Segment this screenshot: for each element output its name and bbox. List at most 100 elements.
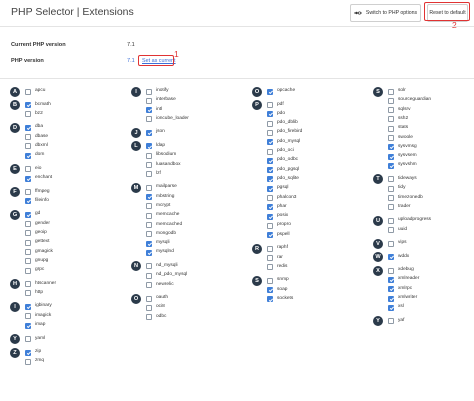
extension-pdo-oci[interactable]: pdo_oci	[267, 148, 294, 155]
extension-dbase[interactable]: dbase	[25, 134, 48, 141]
extension-checkbox[interactable]	[146, 88, 152, 95]
extension-oauth[interactable]: oauth	[146, 295, 168, 302]
extension-http[interactable]: http	[25, 290, 43, 297]
extension-checkbox[interactable]	[25, 313, 31, 320]
extension-igbinary[interactable]: igbinary	[25, 303, 52, 310]
extension-xmlrpc[interactable]: xmlrpc	[388, 286, 412, 293]
extension-sysvmsg[interactable]: sysvmsg	[388, 144, 417, 151]
extension-ioncube-loader[interactable]: ioncube_loader	[146, 116, 189, 123]
extension-checkbox[interactable]	[146, 304, 152, 311]
extension-dba[interactable]: dba	[25, 124, 43, 131]
extension-checkbox[interactable]	[146, 194, 152, 201]
extension-timezonedb[interactable]: timezonedb	[388, 195, 423, 202]
extension-checkbox[interactable]	[25, 175, 31, 182]
extension-checkbox[interactable]	[388, 276, 394, 283]
extension-nd-mysqli[interactable]: nd_mysqli	[146, 263, 178, 270]
extension-checkbox[interactable]	[146, 282, 152, 288]
extension-checkbox[interactable]	[146, 129, 152, 136]
extension-mysqli[interactable]: mysqli	[146, 240, 170, 247]
extension-imap[interactable]: imap	[25, 322, 45, 329]
extension-trader[interactable]: trader	[388, 204, 411, 211]
extension-checkbox[interactable]	[388, 217, 394, 224]
extension-mongodb[interactable]: mongodb	[146, 231, 176, 238]
extension-checkbox[interactable]	[388, 240, 394, 247]
extension-checkbox[interactable]	[267, 129, 273, 136]
extension-checkbox[interactable]	[146, 263, 152, 270]
extension-checkbox[interactable]	[146, 116, 152, 123]
extension-pdo[interactable]: pdo	[267, 111, 285, 118]
extension-checkbox[interactable]	[146, 107, 152, 114]
extension-checkbox[interactable]	[388, 107, 394, 114]
extension-checkbox[interactable]	[267, 277, 273, 284]
extension-checkbox[interactable]	[388, 295, 394, 302]
extension-dom[interactable]: dom	[25, 152, 44, 159]
extension-checkbox[interactable]	[388, 286, 394, 293]
extension-checkbox[interactable]	[146, 295, 152, 302]
extension-odbc[interactable]: odbc	[146, 314, 166, 321]
extension-checkbox[interactable]	[267, 148, 273, 155]
extension-checkbox[interactable]	[267, 185, 273, 192]
extension-soap[interactable]: soap	[267, 287, 287, 294]
extension-apcu[interactable]: apcu	[25, 88, 45, 95]
extension-checkbox[interactable]	[146, 249, 152, 256]
extension-checkbox[interactable]	[388, 135, 394, 141]
extension-checkbox[interactable]	[25, 152, 31, 159]
extension-dbxml[interactable]: dbxml	[25, 143, 48, 150]
extension-checkbox[interactable]	[25, 124, 31, 131]
extension-checkbox[interactable]	[146, 184, 152, 191]
extension-checkbox[interactable]	[25, 111, 31, 118]
extension-sysvsem[interactable]: sysvsem	[388, 153, 417, 160]
extension-checkbox[interactable]	[388, 88, 394, 95]
extension-pdo-pgsql[interactable]: pdo_pgsql	[267, 167, 299, 174]
extension-checkbox[interactable]	[267, 296, 273, 303]
extension-sourceguardian[interactable]: sourceguardian	[388, 97, 431, 104]
extension-checkbox[interactable]	[267, 245, 273, 252]
extension-propro[interactable]: propro	[267, 222, 291, 229]
extension-interbase[interactable]: interbase	[146, 97, 176, 104]
extension-intl[interactable]: intl	[146, 107, 162, 114]
extension-yaml[interactable]: yaml	[25, 336, 45, 343]
extension-lzf[interactable]: lzf	[146, 171, 161, 178]
extension-bcmath[interactable]: bcmath	[25, 102, 51, 109]
extension-checkbox[interactable]	[146, 314, 152, 321]
extension-checkbox[interactable]	[25, 336, 31, 342]
extension-checkbox[interactable]	[146, 212, 152, 219]
extension-ssh2[interactable]: ssh2	[388, 116, 408, 123]
extension-checkbox[interactable]	[388, 185, 394, 192]
extension-checkbox[interactable]	[25, 143, 31, 150]
extension-checkbox[interactable]	[25, 221, 31, 228]
extension-mcrypt[interactable]: mcrypt	[146, 203, 170, 210]
extension-uuid[interactable]: uuid	[388, 227, 407, 234]
extension-checkbox[interactable]	[388, 304, 394, 311]
extension-checkbox[interactable]	[146, 231, 152, 238]
extension-htscanner[interactable]: htscanner	[25, 281, 56, 288]
extension-checkbox[interactable]	[388, 125, 394, 132]
extension-checkbox[interactable]	[25, 249, 31, 255]
extension-luasandbox[interactable]: luasandbox	[146, 162, 181, 169]
extension-checkbox[interactable]	[388, 195, 394, 201]
extension-memcache[interactable]: memcache	[146, 212, 179, 219]
extension-phalcon3[interactable]: phalcon3	[267, 195, 296, 202]
extension-zip[interactable]: zip	[25, 349, 41, 356]
extension-oci8[interactable]: oci8	[146, 304, 165, 311]
extension-rar[interactable]: rar	[267, 255, 283, 262]
extension-stats[interactable]: stats	[388, 125, 408, 132]
extension-checkbox[interactable]	[388, 254, 394, 261]
extension-xmlreader[interactable]: xmlreader	[388, 276, 419, 283]
extension-zmq[interactable]: zmq	[25, 358, 44, 365]
extension-posix[interactable]: posix	[267, 213, 288, 220]
extension-bz2[interactable]: bz2	[25, 111, 43, 118]
extension-checkbox[interactable]	[388, 176, 394, 183]
extension-gender[interactable]: gender	[25, 221, 50, 228]
extension-checkbox[interactable]	[25, 290, 31, 297]
extension-checkbox[interactable]	[267, 287, 273, 294]
extension-checkbox[interactable]	[267, 222, 273, 229]
extension-sqlsrv[interactable]: sqlsrv	[388, 107, 411, 114]
extension-pdo-sqlite[interactable]: pdo_sqlite	[267, 176, 299, 183]
extension-ldap[interactable]: ldap	[146, 143, 165, 150]
extension-raphf[interactable]: raphf	[267, 245, 288, 252]
extension-pdo-firebird[interactable]: pdo_firebird	[267, 129, 302, 136]
extension-checkbox[interactable]	[25, 230, 31, 237]
switch-to-php-options-button[interactable]: Switch to PHP options	[350, 4, 421, 22]
extension-checkbox[interactable]	[25, 134, 31, 141]
